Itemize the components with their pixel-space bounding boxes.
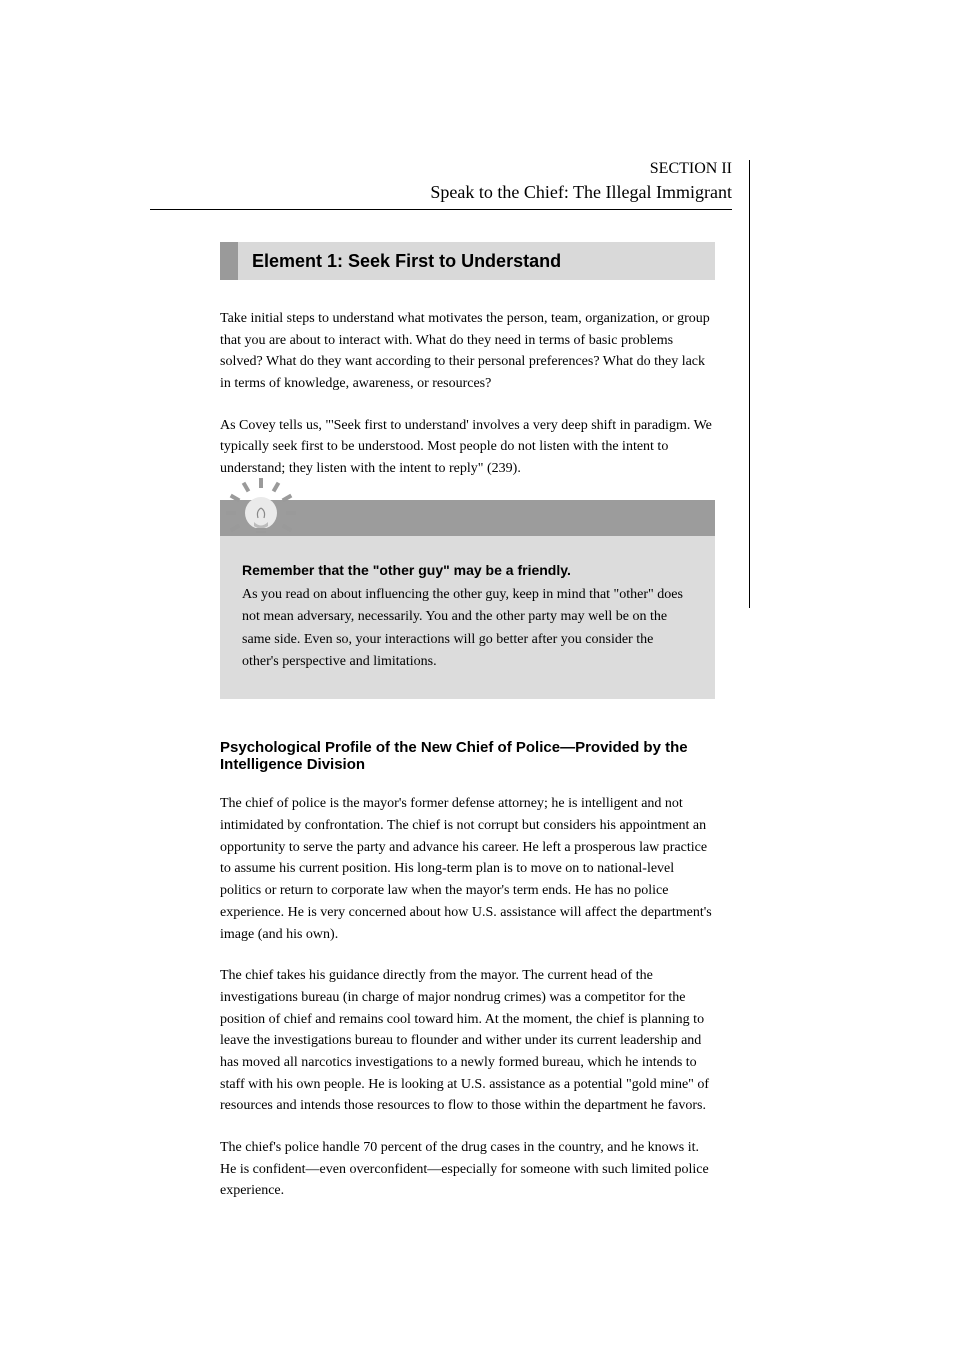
paragraph: The chief's police handle 70 percent of … — [220, 1137, 715, 1202]
callout-body: Remember that the "other guy" may be a f… — [220, 536, 715, 700]
lightbulb-icon — [226, 478, 296, 548]
callout-title: Remember that the "other guy" may be a f… — [242, 562, 693, 578]
section-label: SECTION II — [150, 160, 732, 178]
header-rule — [150, 209, 732, 210]
paragraph: Take initial steps to understand what mo… — [220, 308, 715, 395]
paragraph: The chief takes his guidance directly fr… — [220, 965, 715, 1117]
inset-heading: Psychological Profile of the New Chief o… — [220, 739, 715, 773]
header-rule-right — [749, 160, 750, 608]
callout-box: Remember that the "other guy" may be a f… — [220, 500, 715, 700]
paragraph: The chief of police is the mayor's forme… — [220, 793, 715, 945]
paragraph: As Covey tells us, "'Seek first to under… — [220, 415, 715, 480]
callout-text: As you read on about influencing the oth… — [242, 584, 693, 674]
element-heading-tab — [220, 242, 238, 280]
element-heading-bar: Element 1: Seek First to Understand — [220, 242, 715, 280]
element-heading-title: Element 1: Seek First to Understand — [238, 251, 561, 272]
section-title: Speak to the Chief: The Illegal Immigran… — [150, 182, 732, 203]
